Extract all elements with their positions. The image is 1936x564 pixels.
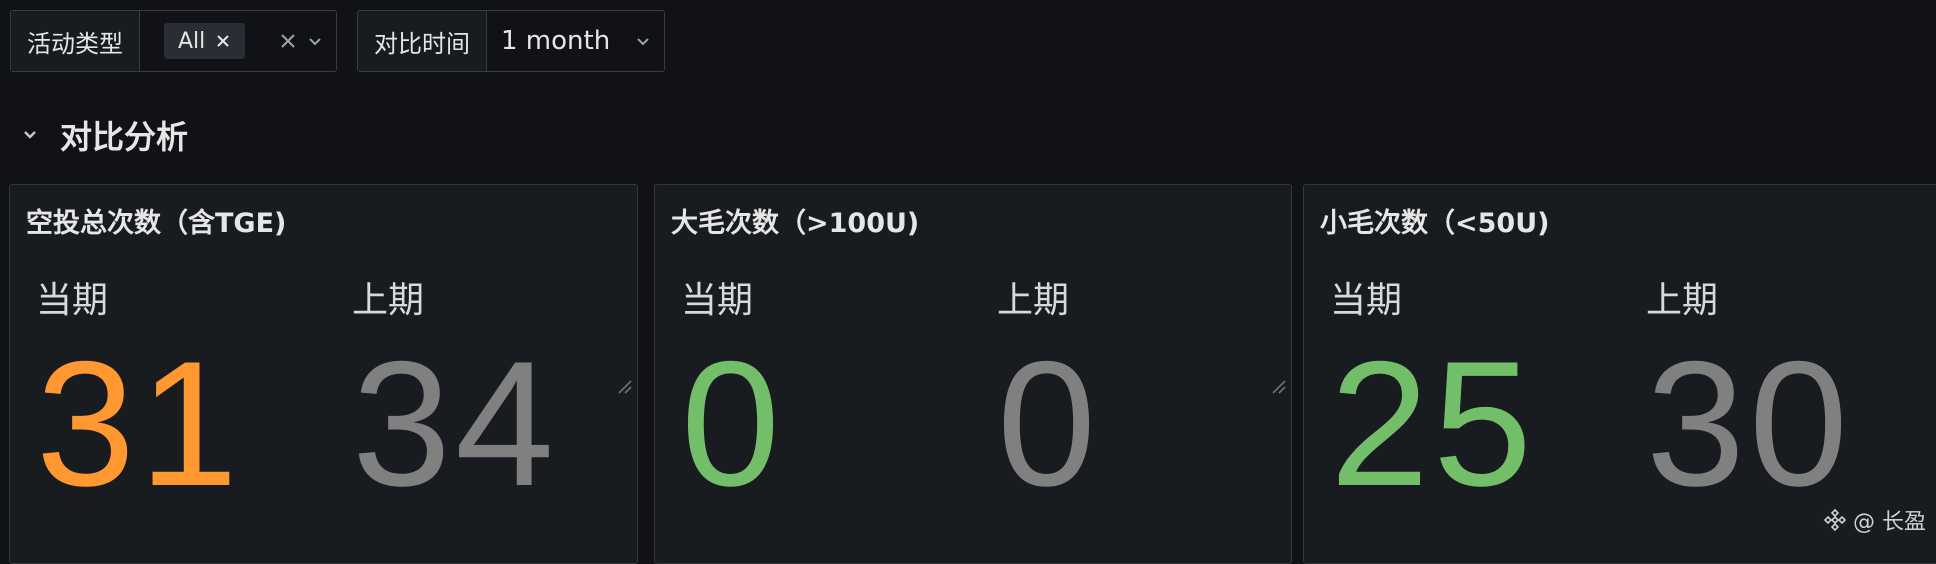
previous-value: 0 — [997, 335, 1100, 513]
compare-time-label: 对比时间 — [358, 11, 487, 71]
watermark: @ 长盈 — [1823, 504, 1926, 536]
panel-title: 小毛次数（<50U) — [1320, 201, 1549, 240]
clear-icon[interactable] — [278, 31, 298, 51]
current-value: 0 — [681, 335, 784, 513]
activity-type-label: 活动类型 — [11, 11, 140, 71]
variables-bar: 活动类型 All 对比时间 1 month — [10, 10, 665, 74]
stat-panels: 空投总次数（含TGE) 当期 31 上期 34 大毛次数（>100U) 当期 0… — [9, 184, 1931, 546]
previous-stat: 上期 30 — [1646, 271, 1852, 513]
previous-label: 上期 — [1646, 271, 1852, 323]
resize-handle-icon[interactable] — [615, 377, 633, 395]
stat-panel[interactable]: 大毛次数（>100U) 当期 0 上期 0 — [654, 184, 1292, 564]
row-header[interactable]: 对比分析 — [20, 112, 188, 158]
current-value: 31 — [36, 335, 242, 513]
chevron-down-icon[interactable] — [306, 32, 324, 50]
compare-time-select[interactable]: 1 month — [487, 11, 664, 71]
current-stat: 当期 25 — [1330, 271, 1536, 513]
chevron-down-icon[interactable] — [20, 125, 40, 145]
chip-label: All — [178, 29, 205, 54]
current-label: 当期 — [1330, 271, 1536, 323]
selected-chip: All — [164, 23, 245, 59]
resize-handle-icon[interactable] — [1269, 377, 1287, 395]
current-stat: 当期 31 — [36, 271, 242, 513]
previous-value: 30 — [1646, 335, 1852, 513]
current-label: 当期 — [36, 271, 242, 323]
watermark-text: @ 长盈 — [1853, 504, 1926, 536]
previous-label: 上期 — [352, 271, 558, 323]
previous-stat: 上期 0 — [997, 271, 1100, 513]
binance-logo-icon — [1823, 508, 1847, 532]
panel-title: 空投总次数（含TGE) — [26, 201, 286, 240]
current-stat: 当期 0 — [681, 271, 784, 513]
row-title: 对比分析 — [60, 112, 188, 158]
chevron-down-icon — [634, 32, 652, 50]
close-icon[interactable] — [215, 33, 231, 49]
previous-label: 上期 — [997, 271, 1100, 323]
panel-title: 大毛次数（>100U) — [671, 201, 919, 240]
compare-time-variable: 对比时间 1 month — [357, 10, 665, 72]
previous-stat: 上期 34 — [352, 271, 558, 513]
activity-type-variable: 活动类型 All — [10, 10, 337, 72]
previous-value: 34 — [352, 335, 558, 513]
current-label: 当期 — [681, 271, 784, 323]
stat-panel[interactable]: 空投总次数（含TGE) 当期 31 上期 34 — [9, 184, 638, 564]
activity-type-select[interactable]: All — [140, 11, 336, 71]
current-value: 25 — [1330, 335, 1536, 513]
compare-time-value: 1 month — [501, 26, 610, 56]
